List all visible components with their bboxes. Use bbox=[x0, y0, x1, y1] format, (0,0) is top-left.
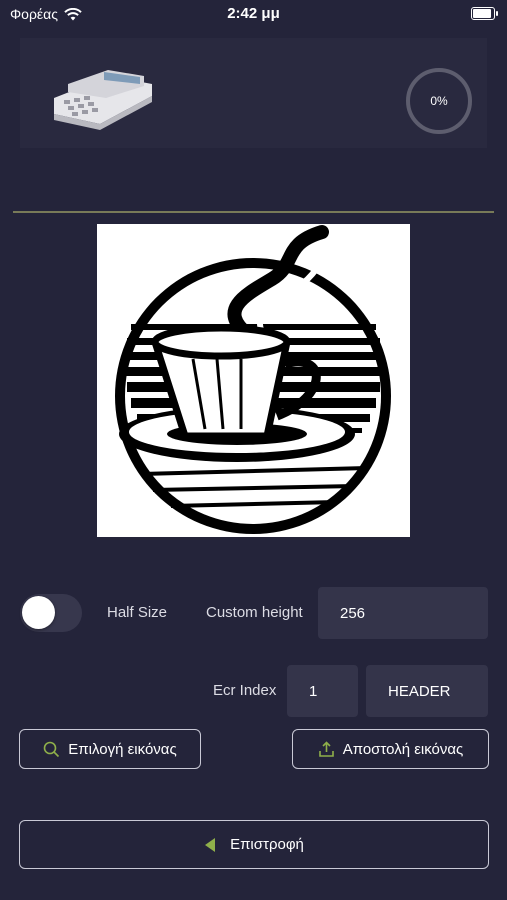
half-size-label: Half Size bbox=[107, 604, 168, 621]
custom-height-input[interactable]: 256 bbox=[318, 587, 488, 639]
progress-label: 0% bbox=[430, 94, 448, 108]
ecr-index-input[interactable]: 1 bbox=[287, 665, 358, 717]
send-image-button[interactable]: Αποστολή εικόνας bbox=[292, 729, 489, 769]
back-label: Επιστροφή bbox=[230, 836, 304, 853]
section-select[interactable]: HEADER bbox=[366, 665, 488, 717]
select-image-label: Επιλογή εικόνας bbox=[68, 740, 177, 758]
select-image-button[interactable]: Επιλογή εικόνας bbox=[19, 729, 201, 769]
upload-icon bbox=[318, 740, 334, 757]
half-size-toggle[interactable] bbox=[20, 594, 82, 632]
ecr-index-label: Ecr Index bbox=[213, 682, 277, 699]
custom-height-label: Custom height bbox=[206, 604, 303, 621]
toggle-knob[interactable] bbox=[22, 596, 55, 629]
image-preview bbox=[97, 224, 410, 537]
status-time: 2:42 μμ bbox=[227, 5, 280, 22]
upload-progress-indicator: 0% bbox=[405, 67, 473, 135]
search-icon bbox=[43, 741, 60, 757]
divider bbox=[13, 211, 494, 213]
back-triangle-icon bbox=[205, 837, 216, 852]
send-image-label: Αποστολή εικόνας bbox=[342, 740, 464, 758]
back-button[interactable]: Επιστροφή bbox=[19, 820, 489, 869]
battery-icon bbox=[471, 7, 498, 20]
cash-register-icon bbox=[54, 70, 152, 130]
coffee-cup-image bbox=[115, 225, 391, 534]
